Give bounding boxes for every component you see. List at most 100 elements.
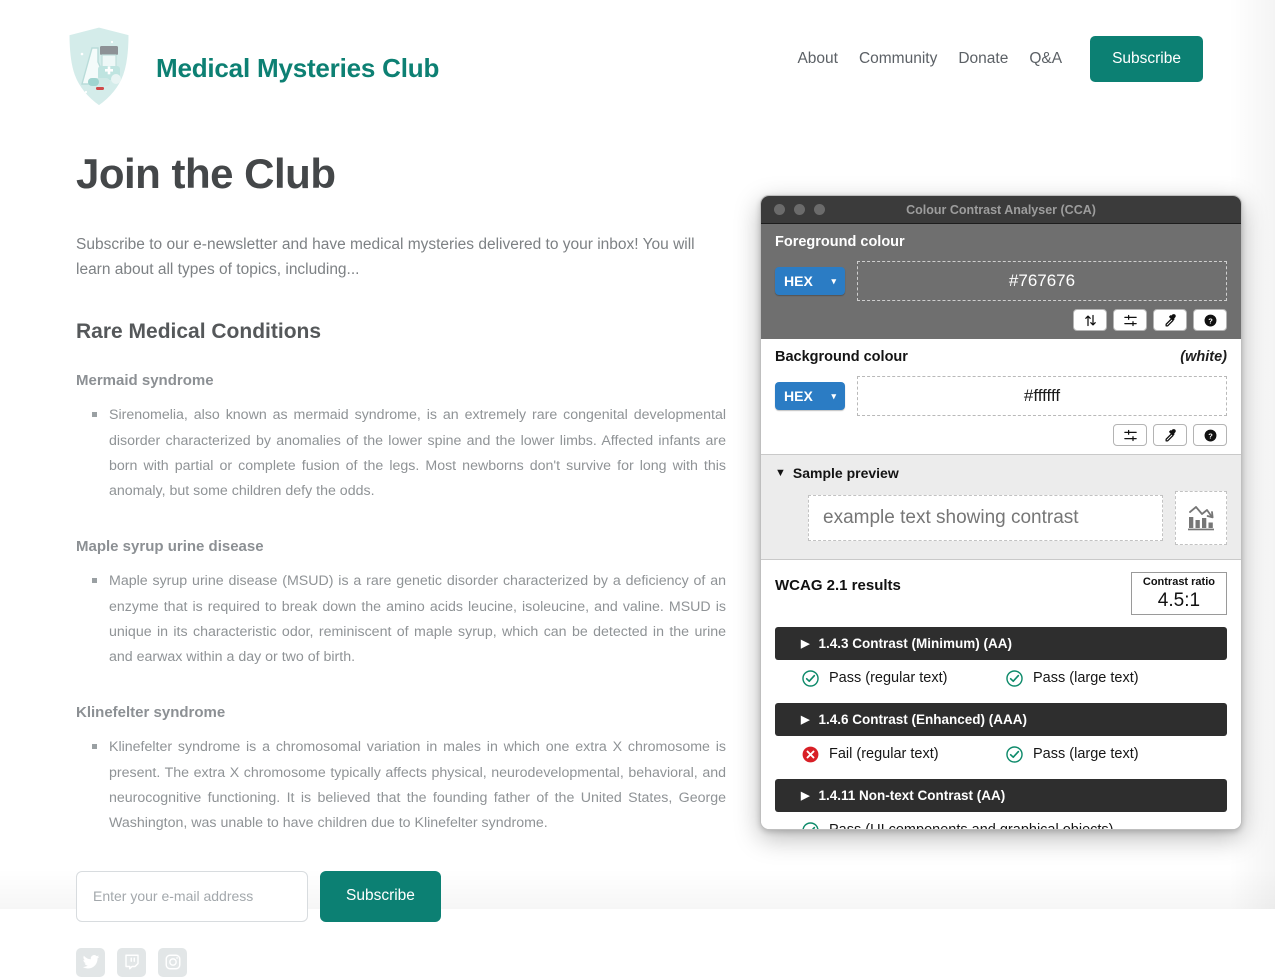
result-item: Pass (UI components and graphical object… xyxy=(775,821,1114,829)
criterion-1411-header[interactable]: ▶ 1.4.11 Non-text Contrast (AA) xyxy=(775,778,1227,812)
subscribe-form: Subscribe xyxy=(76,870,726,922)
svg-text:?: ? xyxy=(1208,316,1213,325)
condition-title-mermaid: Mermaid syndrome xyxy=(76,372,214,390)
condition-title-msud: Maple syrup urine disease xyxy=(76,538,264,556)
social-links xyxy=(76,947,726,977)
criterion-146-label: 1.4.6 Contrast (Enhanced) (AAA) xyxy=(818,711,1027,727)
sample-preview-label: Sample preview xyxy=(792,465,899,481)
twitch-icon[interactable] xyxy=(117,947,146,977)
pass-check-icon xyxy=(802,669,819,687)
criterion-1411-results: Pass (UI components and graphical object… xyxy=(775,812,1227,829)
list-item: Klinefelter syndrome is a chromosomal va… xyxy=(92,735,726,836)
triangle-down-icon: ▼ xyxy=(775,467,786,479)
result-item: Pass (large text) xyxy=(1005,745,1139,764)
criterion-143-header[interactable]: ▶ 1.4.3 Contrast (Minimum) (AA) xyxy=(775,626,1227,660)
nav-link-qa[interactable]: Q&A xyxy=(1029,50,1090,68)
contrast-ratio-value: 4.5:1 xyxy=(1157,589,1201,611)
shield-lab-icon xyxy=(66,24,132,109)
intro-paragraph: Subscribe to our e-newsletter and have m… xyxy=(76,236,695,279)
criterion-1411-label: 1.4.11 Non-text Contrast (AA) xyxy=(818,787,1006,803)
result-item: Fail (regular text) xyxy=(775,745,1005,764)
close-icon[interactable] xyxy=(774,204,785,215)
cca-window-title: Colour Contrast Analyser (CCA) xyxy=(906,202,1096,217)
main-navigation: About Community Donate Q&A Subscribe xyxy=(797,36,1203,82)
contrast-ratio-label: Contrast ratio xyxy=(1142,576,1215,588)
background-format-value: HEX xyxy=(784,388,813,404)
site-header: Medical Mysteries Club About Community D… xyxy=(0,0,1275,125)
criterion-146-header[interactable]: ▶ 1.4.6 Contrast (Enhanced) (AAA) xyxy=(775,702,1227,736)
article-main: Join the Club Subscribe to our e-newslet… xyxy=(76,150,726,977)
triangle-right-icon: ▶ xyxy=(801,789,810,802)
brand[interactable]: Medical Mysteries Club xyxy=(62,22,439,114)
list-item: Maple syrup urine disease (MSUD) is a ra… xyxy=(92,569,726,670)
swap-arrows-icon[interactable] xyxy=(1073,309,1107,331)
background-section: Background colour (white) HEX ▾ #ffffff … xyxy=(761,339,1241,455)
sample-preview-disclosure[interactable]: ▼ Sample preview xyxy=(775,465,1227,481)
results-title: WCAG 2.1 results xyxy=(775,577,901,594)
result-item: Pass (regular text) xyxy=(775,669,1005,688)
condition-list-klinefelter: Klinefelter syndrome is a chromosomal va… xyxy=(76,735,726,836)
contrast-ratio-box: Contrast ratio 4.5:1 xyxy=(1130,572,1227,615)
results-header: WCAG 2.1 results Contrast ratio 4.5:1 xyxy=(775,572,1227,615)
result-text: Fail (regular text) xyxy=(829,746,939,763)
background-colour-note: (white) xyxy=(1180,349,1227,365)
foreground-format-select[interactable]: HEX ▾ xyxy=(775,267,845,295)
wcag-results-section: WCAG 2.1 results Contrast ratio 4.5:1 ▶ … xyxy=(761,560,1241,829)
eyedropper-icon[interactable] xyxy=(1153,424,1187,446)
result-text: Pass (large text) xyxy=(1033,746,1139,763)
background-format-select[interactable]: HEX ▾ xyxy=(775,382,845,410)
chevron-down-icon: ▾ xyxy=(831,390,836,401)
criterion-143-label: 1.4.3 Contrast (Minimum) (AA) xyxy=(818,635,1012,651)
header-subscribe-button[interactable]: Subscribe xyxy=(1090,36,1203,82)
condition-title-klinefelter: Klinefelter syndrome xyxy=(76,704,226,722)
criterion-143-results: Pass (regular text) Pass (large text) xyxy=(775,660,1227,691)
chevron-down-icon: ▾ xyxy=(831,275,836,286)
background-hex-input[interactable]: #ffffff xyxy=(857,376,1227,416)
sliders-icon[interactable] xyxy=(1113,424,1147,446)
result-text: Pass (large text) xyxy=(1033,670,1139,687)
form-subscribe-button[interactable]: Subscribe xyxy=(320,870,441,922)
fail-cross-icon xyxy=(802,746,819,763)
result-item: Pass (large text) xyxy=(1005,669,1139,688)
help-icon[interactable]: ? xyxy=(1193,309,1227,331)
email-input[interactable] xyxy=(76,870,308,922)
background-button-row: ? xyxy=(775,424,1227,446)
cca-titlebar[interactable]: Colour Contrast Analyser (CCA) xyxy=(761,196,1241,224)
nav-link-community[interactable]: Community xyxy=(859,50,958,68)
section-title: Rare Medical Conditions xyxy=(76,320,322,344)
foreground-hex-input[interactable]: #767676 xyxy=(857,261,1227,301)
foreground-button-row: ? xyxy=(775,309,1227,331)
maximize-icon[interactable] xyxy=(814,204,825,215)
page-title: Join the Club xyxy=(76,150,336,197)
brand-title: Medical Mysteries Club xyxy=(156,52,440,83)
foreground-label: Foreground colour xyxy=(775,234,905,250)
list-item: Sirenomelia, also known as mermaid syndr… xyxy=(92,403,726,504)
background-label: Background colour xyxy=(775,349,908,365)
cca-window: Colour Contrast Analyser (CCA) Foregroun… xyxy=(760,195,1242,830)
pass-check-icon xyxy=(802,821,819,829)
foreground-section: Foreground colour HEX ▾ #767676 ? xyxy=(761,224,1241,339)
foreground-format-value: HEX xyxy=(784,273,813,289)
minimize-icon[interactable] xyxy=(794,204,805,215)
sample-preview-section: ▼ Sample preview example text showing co… xyxy=(761,455,1241,560)
svg-text:?: ? xyxy=(1208,431,1213,440)
sample-text: example text showing contrast xyxy=(808,495,1163,541)
nav-link-about[interactable]: About xyxy=(797,50,859,68)
instagram-icon[interactable] xyxy=(158,947,187,977)
help-icon[interactable]: ? xyxy=(1193,424,1227,446)
sample-preview-row: example text showing contrast xyxy=(775,491,1227,545)
eyedropper-icon[interactable] xyxy=(1153,309,1187,331)
twitter-icon[interactable] xyxy=(76,947,105,977)
triangle-right-icon: ▶ xyxy=(801,637,810,650)
sliders-icon[interactable] xyxy=(1113,309,1147,331)
pass-check-icon xyxy=(1006,745,1023,763)
condition-list-mermaid: Sirenomelia, also known as mermaid syndr… xyxy=(76,403,726,504)
bar-line-chart-icon xyxy=(1175,491,1227,545)
result-text: Pass (regular text) xyxy=(829,670,948,687)
result-text: Pass (UI components and graphical object… xyxy=(829,822,1114,829)
nav-link-donate[interactable]: Donate xyxy=(958,50,1029,68)
criterion-146-results: Fail (regular text) Pass (large text) xyxy=(775,736,1227,767)
window-traffic-lights[interactable] xyxy=(774,204,825,215)
pass-check-icon xyxy=(1006,669,1023,687)
foreground-row: HEX ▾ #767676 xyxy=(775,261,1227,301)
